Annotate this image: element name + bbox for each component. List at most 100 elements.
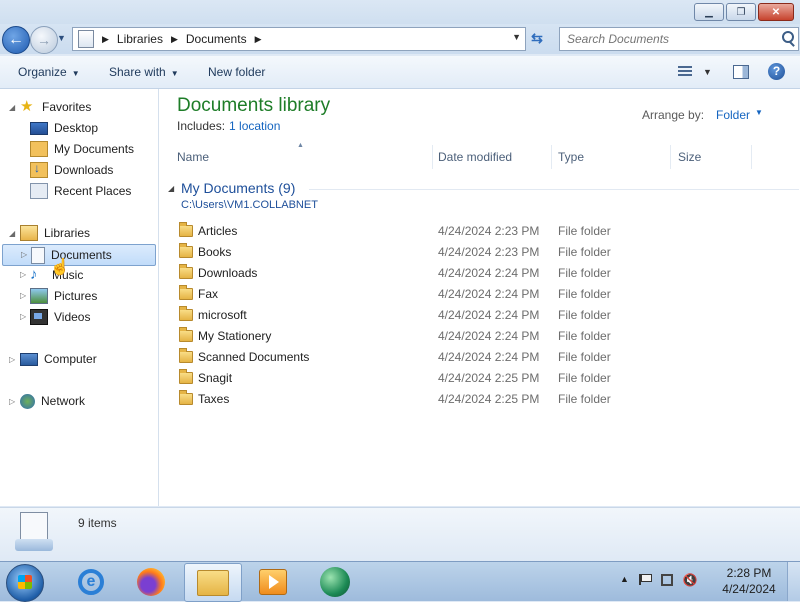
documents-icon (31, 246, 45, 264)
change-view-icon[interactable] (678, 66, 692, 78)
action-center-flag-icon[interactable] (638, 574, 652, 585)
nav-libraries[interactable]: Libraries (20, 223, 90, 243)
address-bar[interactable]: ▶ Libraries ▶ Documents ▶ ▼ (72, 27, 526, 51)
locations-link[interactable]: 1 location (229, 119, 280, 133)
file-row[interactable]: Articles 4/24/2024 2:23 PM File folder (159, 221, 800, 242)
show-hidden-icons-icon[interactable]: ▲ (620, 574, 629, 586)
folder-icon (179, 369, 193, 384)
maximize-button[interactable]: ❐ (726, 3, 756, 21)
chevron-right-icon[interactable]: ▶ (102, 34, 109, 45)
file-row[interactable]: Fax 4/24/2024 2:24 PM File folder (159, 284, 800, 305)
group-header[interactable]: My Documents (9) (181, 180, 295, 196)
nav-label: Network (41, 394, 86, 408)
nav-item-recent-places[interactable]: Recent Places (30, 181, 131, 201)
search-box[interactable] (559, 27, 799, 51)
chevron-right-icon[interactable]: ▶ (255, 34, 262, 45)
caret-down-icon: ▼ (170, 69, 179, 78)
breadcrumb-documents[interactable]: Documents (186, 32, 247, 46)
clock[interactable]: 2:28 PM 4/24/2024 (718, 565, 780, 597)
taskbar-windows-explorer[interactable] (184, 563, 242, 602)
network-status-icon[interactable] (660, 574, 673, 586)
collapse-triangle-icon[interactable]: ◢ (9, 103, 15, 112)
nav-item-music[interactable]: ▷ ♪ Music (2, 265, 83, 285)
folder-icon (179, 264, 193, 279)
file-type: File folder (558, 350, 611, 364)
search-icon[interactable] (782, 31, 794, 43)
expand-triangle-icon[interactable]: ▷ (20, 291, 26, 300)
file-row[interactable]: Snagit 4/24/2024 2:25 PM File folder (159, 368, 800, 389)
search-input[interactable] (565, 28, 769, 50)
music-icon: ♪ (30, 266, 38, 283)
column-header-name[interactable]: Name (159, 145, 433, 169)
refresh-button[interactable]: ⇆ (528, 30, 546, 48)
file-type: File folder (558, 308, 611, 322)
file-row[interactable]: Books 4/24/2024 2:23 PM File folder (159, 242, 800, 263)
share-with-menu[interactable]: Share with ▼ (109, 65, 179, 79)
column-header-type[interactable]: Type (552, 145, 671, 169)
chevron-right-icon[interactable]: ▶ (171, 34, 178, 45)
nav-item-pictures[interactable]: ▷ Pictures (2, 286, 97, 306)
file-row[interactable]: Taxes 4/24/2024 2:25 PM File folder (159, 389, 800, 410)
expand-triangle-icon[interactable]: ▷ (9, 397, 15, 406)
file-type: File folder (558, 266, 611, 280)
back-button[interactable]: ← (2, 26, 30, 54)
expand-triangle-icon[interactable]: ▷ (20, 312, 26, 321)
file-row[interactable]: Downloads 4/24/2024 2:24 PM File folder (159, 263, 800, 284)
column-label: Name (177, 150, 210, 164)
volume-muted-icon[interactable]: 🔇 (683, 574, 698, 586)
help-icon[interactable]: ? (768, 63, 785, 80)
nav-item-documents[interactable]: ▷ Documents (2, 244, 156, 266)
file-date-modified: 4/24/2024 2:25 PM (438, 371, 540, 385)
arrange-by-dropdown[interactable]: Folder (716, 108, 750, 122)
nav-item-videos[interactable]: ▷ Videos (2, 307, 90, 327)
file-date-modified: 4/24/2024 2:23 PM (438, 245, 540, 259)
breadcrumb-libraries[interactable]: Libraries (117, 32, 163, 46)
nav-favorites[interactable]: ★ Favorites (20, 97, 91, 117)
windows-explorer-icon (197, 569, 229, 596)
folder-icon (179, 243, 193, 258)
column-header-size[interactable]: Size (671, 145, 752, 169)
pictures-icon (30, 288, 48, 304)
file-row[interactable]: My Stationery 4/24/2024 2:24 PM File folde… (159, 326, 800, 347)
nav-item-desktop[interactable]: Desktop (30, 118, 98, 138)
nav-item-downloads[interactable]: Downloads (30, 160, 113, 180)
view-options-dropdown[interactable]: ▼ (703, 67, 712, 77)
expand-triangle-icon[interactable]: ▷ (20, 270, 26, 279)
back-arrow-icon: ← (8, 31, 24, 48)
recent-pages-dropdown[interactable]: ▼ (57, 33, 66, 43)
address-dropdown[interactable]: ▼ (512, 32, 521, 42)
firefox-icon (137, 567, 165, 596)
nav-item-my-documents[interactable]: My Documents (30, 139, 134, 159)
nav-network[interactable]: Network (20, 391, 85, 411)
file-row[interactable]: Scanned Documents 4/24/2024 2:24 PM File f… (159, 347, 800, 368)
forward-button[interactable]: → (30, 26, 58, 54)
file-type: File folder (558, 371, 611, 385)
new-folder-button[interactable]: New folder (208, 65, 265, 79)
close-button[interactable]: ✕ (758, 3, 794, 21)
group-collapse-icon[interactable]: ◢ (168, 184, 174, 193)
start-button[interactable] (6, 564, 44, 602)
nav-label: Videos (54, 310, 91, 324)
folder-icon (30, 141, 48, 157)
system-tray: ▲ 🔇 (620, 574, 698, 586)
taskbar-media-player[interactable] (246, 563, 300, 600)
clock-date: 4/24/2024 (722, 582, 776, 596)
show-desktop-button[interactable] (787, 562, 800, 601)
expand-triangle-icon[interactable]: ▷ (9, 355, 15, 364)
nav-computer[interactable]: Computer (20, 349, 97, 369)
taskbar-firefox[interactable] (124, 563, 178, 600)
folder-icon (179, 222, 193, 237)
expand-triangle-icon[interactable]: ▷ (21, 250, 27, 259)
column-header-date[interactable]: Date modified (433, 145, 552, 169)
caret-down-icon[interactable]: ▼ (755, 108, 763, 117)
file-row[interactable]: microsoft 4/24/2024 2:24 PM File folder (159, 305, 800, 326)
minimize-button[interactable]: ▁ (694, 3, 724, 21)
share-with-label: Share with (109, 65, 166, 79)
clock-time: 2:28 PM (726, 566, 772, 580)
preview-pane-icon[interactable] (733, 65, 749, 79)
library-title: Documents library (177, 95, 331, 116)
taskbar-internet-explorer[interactable]: e (64, 563, 118, 600)
organize-menu[interactable]: Organize ▼ (18, 65, 80, 79)
collapse-triangle-icon[interactable]: ◢ (9, 229, 15, 238)
taskbar-green-app[interactable] (308, 563, 362, 600)
